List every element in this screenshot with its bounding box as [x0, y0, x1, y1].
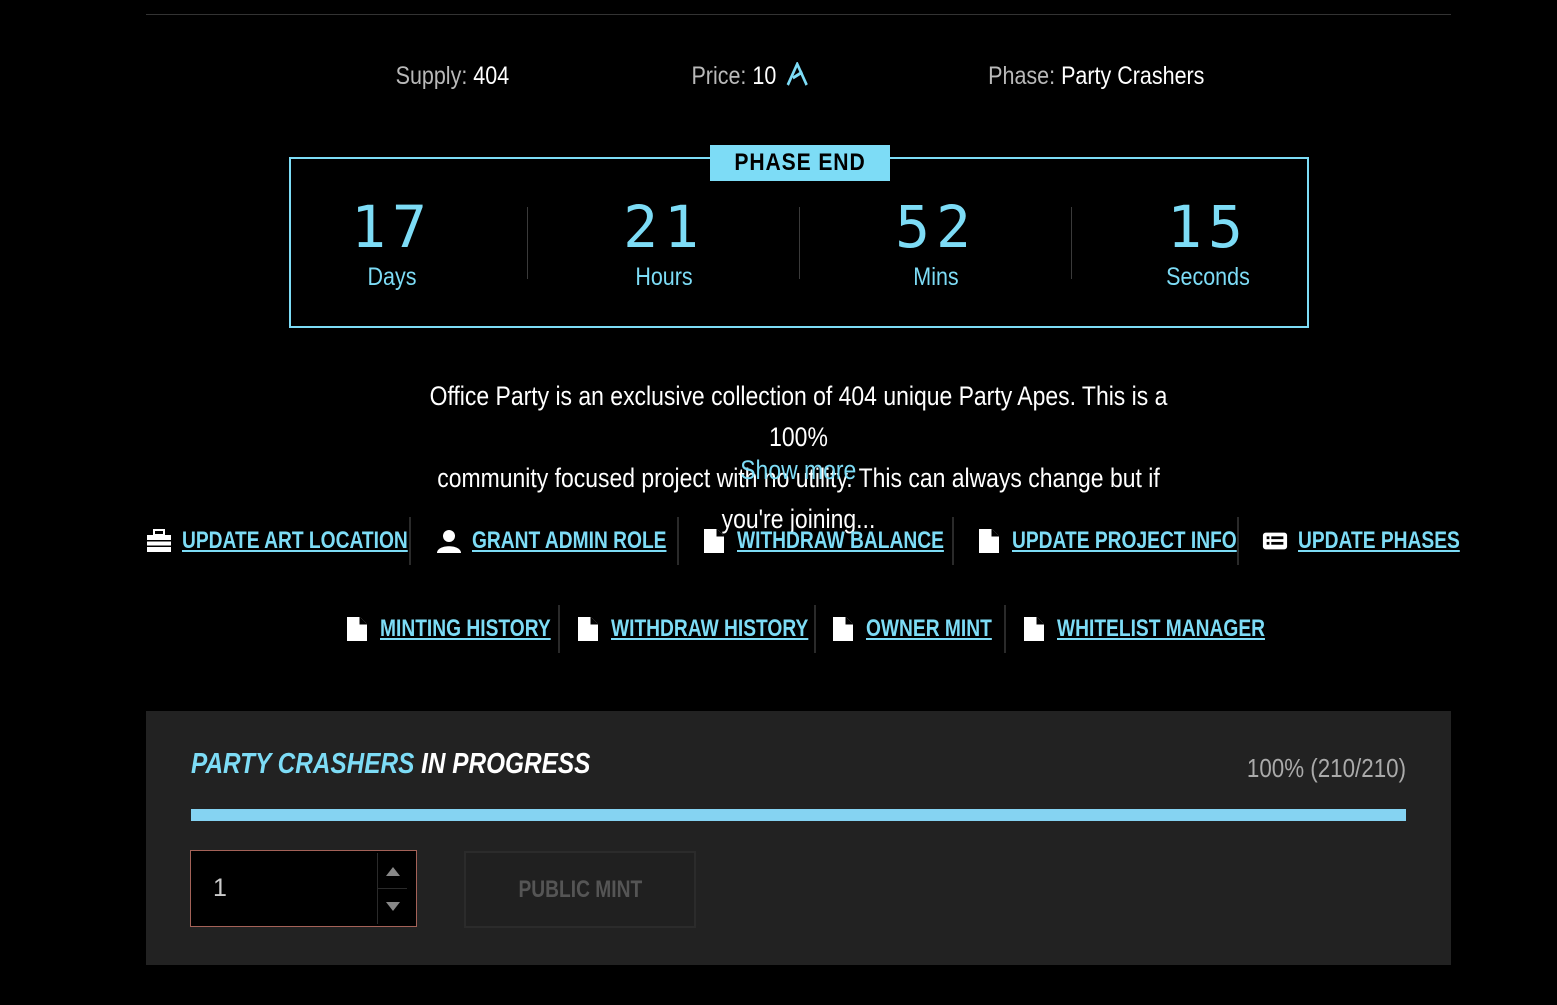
file-icon: [976, 528, 1002, 554]
supply-label: Supply:: [395, 62, 468, 90]
action-label: GRANT ADMIN ROLE: [472, 527, 667, 554]
file-icon: [701, 528, 727, 554]
days-label: Days: [367, 263, 417, 291]
admin-actions-row-2: MINTING HISTORY WITHDRAW HISTORY OWNER M…: [0, 605, 1557, 653]
action-separator: [1004, 605, 1006, 653]
action-label: UPDATE PHASES: [1298, 527, 1460, 554]
show-more-link[interactable]: Show more: [700, 455, 896, 486]
decrement-button[interactable]: [378, 889, 407, 924]
seconds-value: 15: [1167, 193, 1249, 261]
list-card-icon: [1262, 528, 1288, 554]
phase-value: Party Crashers: [1061, 62, 1205, 90]
user-icon: [436, 528, 462, 554]
file-icon: [830, 616, 856, 642]
grant-admin-role-link[interactable]: GRANT ADMIN ROLE: [436, 521, 715, 561]
quantity-spinner: [377, 853, 407, 924]
action-label: UPDATE PROJECT INFO: [1012, 527, 1237, 554]
action-label: WHITELIST MANAGER: [1057, 615, 1265, 642]
whitelist-manager-link[interactable]: WHITELIST MANAGER: [1021, 609, 1317, 649]
mint-panel: PARTY CRASHERS IN PROGRESS 100% (210/210…: [146, 711, 1451, 965]
quantity-stepper[interactable]: 1: [190, 850, 417, 927]
phase-label: Phase:: [988, 62, 1056, 90]
admin-actions-row-1: UPDATE ART LOCATION GRANT ADMIN ROLE WIT…: [0, 517, 1557, 565]
phase-stat: Phase: Party Crashers: [988, 62, 1204, 91]
phase-progress-title: PARTY CRASHERS IN PROGRESS: [191, 748, 590, 781]
increment-button[interactable]: [378, 853, 407, 889]
supply-stat: Supply: 404: [396, 62, 510, 91]
quantity-value[interactable]: 1: [213, 851, 227, 926]
supply-value: 404: [473, 62, 510, 90]
action-label: OWNER MINT: [866, 615, 992, 642]
action-separator: [814, 605, 816, 653]
chevron-up-icon: [385, 866, 400, 876]
countdown-mins: 52 Mins: [811, 193, 1061, 292]
file-icon: [1021, 616, 1047, 642]
mins-label: Mins: [913, 263, 959, 291]
top-divider: [146, 14, 1451, 15]
file-icon: [575, 616, 601, 642]
action-separator: [1237, 517, 1239, 565]
seconds-label: Seconds: [1166, 263, 1250, 291]
mins-value: 52: [895, 193, 977, 261]
hours-value: 21: [623, 193, 705, 261]
update-phases-link[interactable]: UPDATE PHASES: [1262, 521, 1500, 561]
action-separator: [952, 517, 954, 565]
progress-percent: 100% (210/210): [1246, 753, 1406, 783]
progress-bar-fill: [191, 809, 1406, 821]
action-label: WITHDRAW BALANCE: [737, 527, 944, 554]
action-label: WITHDRAW HISTORY: [611, 615, 809, 642]
countdown-divider: [1071, 207, 1072, 279]
description-line-1: Office Party is an exclusive collection …: [429, 381, 1168, 452]
progress-bar: [191, 809, 1406, 821]
progress-phase-name: PARTY CRASHERS: [191, 748, 415, 780]
update-art-location-link[interactable]: UPDATE ART LOCATION: [146, 521, 464, 561]
public-mint-button[interactable]: PUBLIC MINT: [464, 851, 696, 928]
progress-status: IN PROGRESS: [421, 748, 591, 780]
price-stat: Price: 10: [691, 60, 808, 93]
algorand-icon: [786, 60, 808, 93]
briefcase-icon: [146, 528, 172, 554]
stats-row: Supply: 404 Price: 10 Phase: Party Crash…: [0, 60, 1339, 102]
countdown-divider: [527, 207, 528, 279]
countdown-divider: [799, 207, 800, 279]
price-value: 10: [752, 62, 777, 90]
minting-history-link[interactable]: MINTING HISTORY: [344, 609, 593, 649]
action-label: MINTING HISTORY: [380, 615, 551, 642]
file-icon: [344, 616, 370, 642]
phase-end-badge: PHASE END IN: [710, 145, 890, 212]
action-separator: [409, 517, 411, 565]
update-project-info-link[interactable]: UPDATE PROJECT INFO: [976, 521, 1293, 561]
action-separator: [677, 517, 679, 565]
hours-label: Hours: [635, 263, 693, 291]
action-label: UPDATE ART LOCATION: [182, 527, 408, 554]
phase-countdown: PHASE END IN 17 Days 21 Hours 52 Mins 15…: [289, 145, 1309, 328]
price-label: Price:: [691, 62, 747, 90]
countdown-seconds: 15 Seconds: [1083, 193, 1333, 292]
chevron-down-icon: [385, 901, 400, 911]
countdown-days: 17 Days: [267, 193, 517, 292]
action-separator: [558, 605, 560, 653]
days-value: 17: [351, 193, 433, 261]
countdown-hours: 21 Hours: [539, 193, 789, 292]
owner-mint-link[interactable]: OWNER MINT: [830, 609, 1023, 649]
